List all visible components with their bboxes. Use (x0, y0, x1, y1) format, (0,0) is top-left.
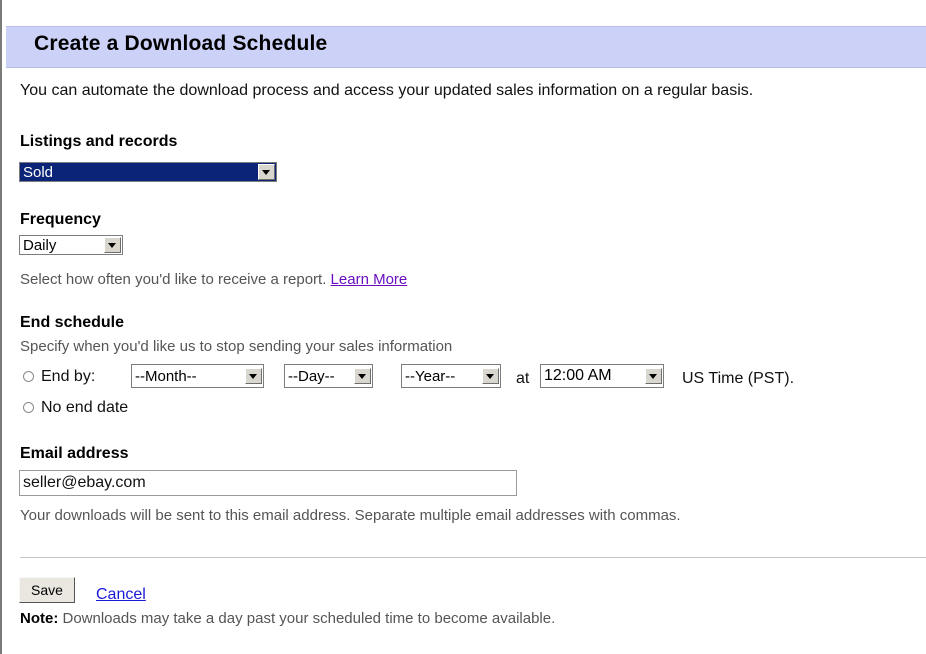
time-select-value: 12:00 AM (544, 367, 612, 384)
timezone-label: US Time (PST). (682, 370, 795, 387)
year-select[interactable]: --Year-- (401, 364, 501, 388)
month-select-value: --Month-- (135, 368, 197, 385)
chevron-down-icon[interactable] (258, 164, 275, 180)
window-frame (0, 0, 2, 654)
day-select[interactable]: --Day-- (284, 364, 373, 388)
email-label: Email address (20, 445, 129, 462)
chevron-down-icon[interactable] (245, 368, 262, 384)
email-field-value: seller@ebay.com (23, 474, 146, 491)
listings-select-value: Sold (23, 164, 54, 181)
chevron-down-icon[interactable] (482, 368, 499, 384)
frequency-help: Select how often you'd like to receive a… (20, 271, 407, 288)
frequency-label: Frequency (20, 211, 101, 228)
email-help: Your downloads will be sent to this emai… (20, 507, 681, 524)
end-schedule-help: Specify when you'd like us to stop sendi… (20, 338, 453, 355)
learn-more-link[interactable]: Learn More (331, 271, 408, 288)
frequency-select[interactable]: Daily (19, 235, 123, 255)
note-prefix: Note: (20, 610, 59, 627)
frequency-help-text: Select how often you'd like to receive a… (20, 271, 327, 288)
end-schedule-label: End schedule (20, 314, 125, 331)
no-end-date-radio[interactable] (23, 402, 34, 413)
end-by-radio[interactable] (23, 371, 34, 382)
cancel-link[interactable]: Cancel (96, 586, 146, 604)
page-title: Create a Download Schedule (34, 32, 328, 55)
intro-text: You can automate the download process an… (20, 82, 754, 99)
no-end-date-label: No end date (41, 399, 129, 416)
email-field[interactable]: seller@ebay.com (19, 470, 517, 496)
note-text: Note: Downloads may take a day past your… (20, 610, 555, 627)
chevron-down-icon[interactable] (354, 368, 371, 384)
divider (20, 557, 926, 558)
month-select[interactable]: --Month-- (131, 364, 264, 388)
section-header: Create a Download Schedule (6, 26, 926, 68)
note-body: Downloads may take a day past your sched… (58, 610, 556, 627)
at-label: at (516, 370, 530, 387)
chevron-down-icon[interactable] (645, 368, 662, 384)
save-button[interactable]: Save (19, 577, 75, 603)
listings-label: Listings and records (20, 133, 178, 150)
end-by-label: End by: (41, 368, 96, 385)
day-select-value: --Day-- (288, 368, 335, 385)
chevron-down-icon[interactable] (104, 237, 121, 253)
year-select-value: --Year-- (405, 368, 456, 385)
time-select[interactable]: 12:00 AM (540, 364, 664, 388)
frequency-select-value: Daily (23, 237, 57, 254)
listings-select[interactable]: Sold (19, 162, 277, 182)
